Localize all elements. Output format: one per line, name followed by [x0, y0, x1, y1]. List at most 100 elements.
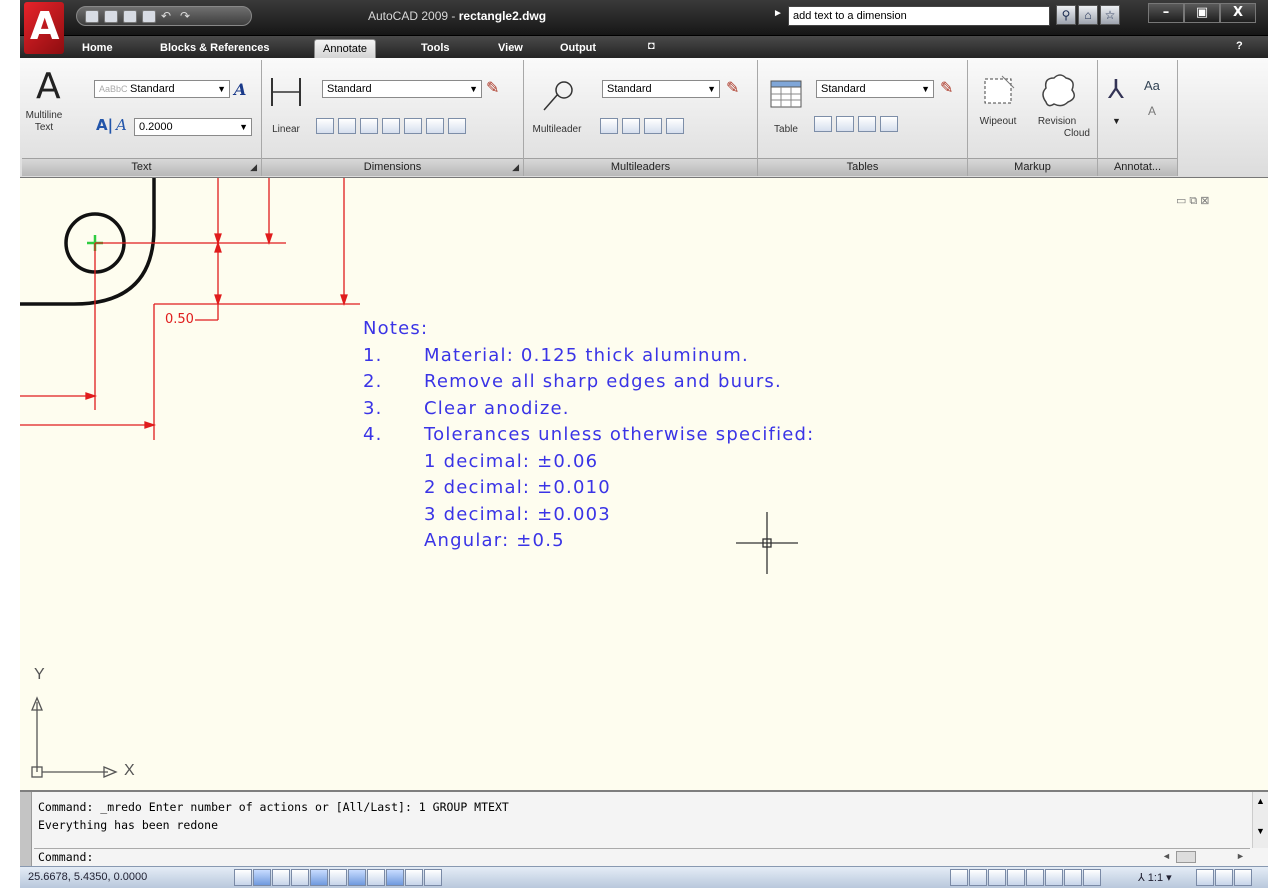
- annotation-scale-caret-icon[interactable]: ▼: [1112, 116, 1121, 126]
- panel-dimensions-footer: Dimensions ◢: [262, 158, 523, 176]
- restore-button[interactable]: ▣: [1184, 3, 1220, 23]
- ribbon-toggle-icon[interactable]: ◘: [648, 40, 664, 54]
- text-style-manager-icon[interactable]: A: [234, 80, 246, 99]
- new-file-icon[interactable]: [85, 9, 99, 23]
- viewport-close-icon[interactable]: ⊠: [1200, 195, 1212, 207]
- tab-tools[interactable]: Tools: [413, 39, 458, 58]
- multileader-style-dropdown[interactable]: Standard ▼: [602, 80, 720, 98]
- communication-center-icon[interactable]: ⌂: [1078, 5, 1098, 25]
- clean-screen-icon[interactable]: [1234, 869, 1252, 886]
- notes-title: Notes:: [363, 318, 429, 339]
- tab-blocks-references[interactable]: Blocks & References: [152, 39, 277, 58]
- polar-tracking-icon[interactable]: [291, 869, 309, 886]
- sync-scale-icon[interactable]: A: [1148, 104, 1156, 118]
- drawing-canvas[interactable]: 0.50 Notes: 1. Material: 0.125 thick alum…: [20, 178, 1268, 790]
- showmotion-icon[interactable]: [1083, 869, 1101, 886]
- link-data-icon[interactable]: [836, 116, 854, 132]
- model-space-icon[interactable]: [950, 869, 968, 886]
- save-icon[interactable]: [123, 9, 137, 23]
- toolbar-lock-icon[interactable]: [1215, 869, 1233, 886]
- quick-view-layouts-icon[interactable]: [988, 869, 1006, 886]
- application-menu-button[interactable]: A: [24, 2, 64, 54]
- favorites-star-icon[interactable]: ☆: [1100, 5, 1120, 25]
- search-chevron-icon[interactable]: ►: [773, 8, 783, 19]
- infocenter-search-input[interactable]: add text to a dimension: [788, 6, 1050, 26]
- tab-annotate[interactable]: Annotate: [314, 39, 377, 58]
- text-height-input[interactable]: 0.2000 ▼: [134, 118, 252, 136]
- annotation-scale-selector[interactable]: ⅄ 1:1 ▾: [1138, 871, 1172, 884]
- redo-icon[interactable]: ↷: [180, 9, 194, 23]
- quick-properties-icon[interactable]: [424, 869, 442, 886]
- table-style-dropdown[interactable]: Standard ▼: [816, 80, 934, 98]
- object-snap-icon[interactable]: [310, 869, 328, 886]
- annotative-scale-icon[interactable]: ⅄: [1108, 74, 1124, 105]
- minimize-button[interactable]: –: [1148, 3, 1184, 23]
- lineweight-icon[interactable]: [405, 869, 423, 886]
- table-style-manager-icon[interactable]: ✎: [940, 78, 953, 98]
- multiline-text-label-2: Text: [34, 122, 54, 133]
- dimension-break-icon[interactable]: [316, 118, 334, 134]
- text-scale-icon[interactable]: A: [116, 116, 127, 134]
- pan-icon[interactable]: [1026, 869, 1044, 886]
- table-icon[interactable]: [770, 80, 802, 108]
- search-icon[interactable]: ⚲: [1056, 5, 1076, 25]
- layout-icon[interactable]: [969, 869, 987, 886]
- tab-home[interactable]: Home: [74, 39, 121, 58]
- multiline-text-icon[interactable]: A: [36, 66, 61, 107]
- multileader-style-manager-icon[interactable]: ✎: [726, 78, 739, 98]
- tab-output[interactable]: Output: [552, 39, 604, 58]
- steering-wheel-icon[interactable]: [1064, 869, 1082, 886]
- dimension-update-icon[interactable]: [448, 118, 466, 134]
- wipeout-icon[interactable]: [982, 74, 1016, 108]
- object-snap-tracking-icon[interactable]: [348, 869, 366, 886]
- panel-launcher-icon[interactable]: ◢: [250, 159, 257, 176]
- dimension-baseline-icon[interactable]: [360, 118, 378, 134]
- align-leaders-icon[interactable]: [644, 118, 662, 134]
- add-scale-icon[interactable]: Aa: [1144, 78, 1160, 93]
- dimension-continue-icon[interactable]: [382, 118, 400, 134]
- grid-display-icon[interactable]: [253, 869, 271, 886]
- close-button[interactable]: X: [1220, 3, 1256, 23]
- ortho-mode-icon[interactable]: [272, 869, 290, 886]
- tab-view[interactable]: View: [490, 39, 531, 58]
- dimension-space-icon[interactable]: [338, 118, 356, 134]
- command-horizontal-scrollbar[interactable]: ◄ ►: [1160, 850, 1250, 864]
- dimension-jog-icon[interactable]: [426, 118, 444, 134]
- remove-leader-icon[interactable]: [622, 118, 640, 134]
- dimension-text[interactable]: 0.50: [165, 312, 194, 327]
- dimension-style-dropdown[interactable]: Standard ▼: [322, 80, 482, 98]
- collect-leaders-icon[interactable]: [666, 118, 684, 134]
- dynamic-input-icon[interactable]: [386, 869, 404, 886]
- command-window-grip[interactable]: [20, 792, 32, 866]
- 3d-object-snap-icon[interactable]: [329, 869, 347, 886]
- snap-mode-icon[interactable]: [234, 869, 252, 886]
- revision-cloud-icon[interactable]: [1038, 72, 1078, 110]
- text-find-icon[interactable]: A|: [96, 116, 113, 134]
- ucs-x-label: X: [124, 762, 135, 779]
- viewport-minimize-icon[interactable]: ▭: [1176, 195, 1189, 207]
- download-data-icon[interactable]: [858, 116, 876, 132]
- add-leader-icon[interactable]: [600, 118, 618, 134]
- dimension-inspect-icon[interactable]: [404, 118, 422, 134]
- open-file-icon[interactable]: [104, 9, 118, 23]
- dimension-style-manager-icon[interactable]: ✎: [486, 78, 499, 98]
- file-name: rectangle2.dwg: [458, 9, 547, 23]
- command-line-input[interactable]: Command:: [34, 848, 1250, 867]
- linear-dimension-icon[interactable]: [268, 74, 304, 110]
- viewport-restore-icon[interactable]: ⧉: [1189, 195, 1200, 207]
- undo-icon[interactable]: ↶: [161, 9, 175, 23]
- multileader-icon[interactable]: [540, 78, 576, 114]
- quick-view-drawings-icon[interactable]: [1007, 869, 1025, 886]
- print-icon[interactable]: [142, 9, 156, 23]
- upload-data-icon[interactable]: [880, 116, 898, 132]
- zoom-icon[interactable]: [1045, 869, 1063, 886]
- panel-launcher-icon[interactable]: ◢: [512, 159, 519, 176]
- workspace-switch-icon[interactable]: [1196, 869, 1214, 886]
- command-vertical-scrollbar[interactable]: ▲ ▼: [1252, 792, 1268, 848]
- multiline-text-label-1: Multiline: [25, 110, 63, 121]
- coordinate-readout[interactable]: 25.6678, 5.4350, 0.0000: [28, 871, 147, 883]
- dynamic-ucs-icon[interactable]: [367, 869, 385, 886]
- extract-data-icon[interactable]: [814, 116, 832, 132]
- ribbon-help-icon[interactable]: ?: [1236, 40, 1243, 52]
- text-style-dropdown[interactable]: AaBbC Standard ▼: [94, 80, 230, 98]
